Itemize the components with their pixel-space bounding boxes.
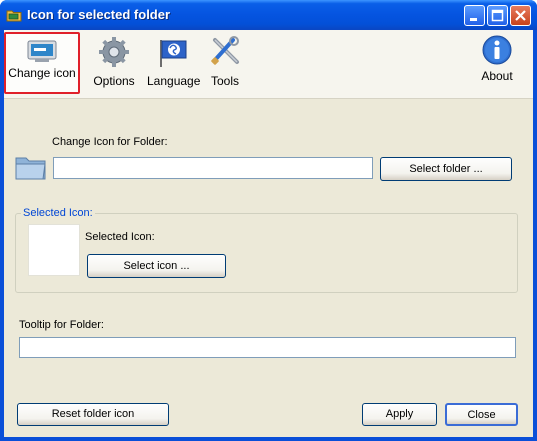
language-label: Language [147,74,201,88]
minimize-button[interactable] [464,5,485,26]
language-tool-button[interactable]: Language [147,32,201,94]
selected-icon-label: Selected Icon: [85,231,155,243]
options-tool-button[interactable]: Options [92,32,136,94]
app-icon [6,10,22,22]
apply-button[interactable]: Apply [362,403,437,426]
app-window: Icon for selected folder Change icon Opt… [0,0,537,441]
minimize-icon [470,18,477,21]
options-label: Options [93,74,135,88]
about-tool-button[interactable]: About [477,32,517,94]
icon-preview [28,224,80,276]
tools-tool-button[interactable]: Tools [207,32,243,94]
about-label: About [481,69,513,83]
selected-icon-group-title: Selected Icon: [21,207,95,219]
language-flag-icon [160,40,187,67]
select-folder-button[interactable]: Select folder ... [380,157,512,181]
tooltip-input[interactable] [19,337,516,358]
selected-icon-group [15,213,518,293]
close-button[interactable]: Close [445,403,518,426]
tools-label: Tools [210,74,239,88]
select-icon-button[interactable]: Select icon ... [87,254,226,278]
close-window-button[interactable] [510,5,531,26]
close-icon [515,10,526,21]
change-icon-icon [27,40,57,62]
reset-folder-icon-button[interactable]: Reset folder icon [17,403,169,426]
maximize-button[interactable] [487,5,508,26]
change-icon-tool-button[interactable]: Change icon [4,32,80,94]
folder-path-label: Change Icon for Folder: [52,136,168,148]
gear-icon [99,37,129,67]
tools-icon [211,36,239,65]
dialog-body: Change icon Options Language Tools About… [4,30,533,437]
maximize-icon [491,9,504,22]
folder-path-input[interactable] [53,157,373,179]
window-title: Icon for selected folder [27,7,171,22]
change-icon-label: Change icon [8,66,76,80]
tooltip-label: Tooltip for Folder: [19,319,104,331]
info-icon [482,35,512,65]
folder-icon [15,157,46,180]
title-bar[interactable]: Icon for selected folder [0,0,537,30]
toolbar: Change icon Options Language Tools About [4,30,533,99]
